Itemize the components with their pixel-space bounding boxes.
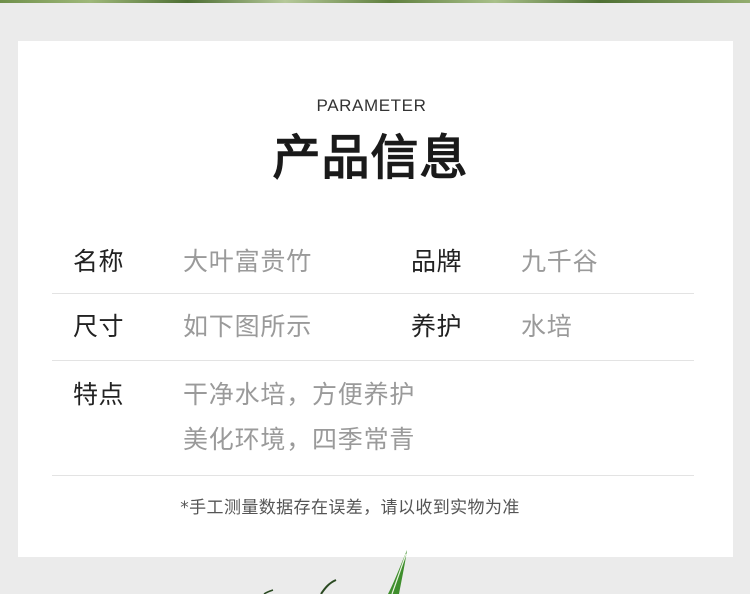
spec-value-name: 大叶富贵竹	[183, 247, 313, 276]
spec-label-care: 养护	[411, 312, 463, 341]
section-title: 产品信息	[272, 130, 469, 186]
spec-row-features: 特点 干净水培，方便养护 美化环境，四季常青	[18, 380, 733, 455]
spec-value-brand: 九千谷	[521, 247, 599, 276]
top-foliage-strip	[0, 0, 750, 3]
row-divider	[52, 293, 694, 294]
spec-value-size: 如下图所示	[183, 312, 313, 341]
row-divider	[52, 360, 694, 361]
spec-label-features: 特点	[73, 380, 125, 409]
bamboo-leaf	[388, 550, 407, 594]
page: PARAMETER 产品信息 名称 大叶富贵竹 品牌 九千谷 尺寸 如下图所示 …	[0, 0, 750, 594]
product-info-card: PARAMETER 产品信息 名称 大叶富贵竹 品牌 九千谷 尺寸 如下图所示 …	[18, 41, 733, 557]
spec-feature-line: 干净水培，方便养护	[183, 380, 416, 409]
spec-label-brand: 品牌	[411, 247, 463, 276]
row-divider	[52, 475, 694, 476]
spec-label-name: 名称	[73, 247, 125, 276]
bamboo-leaf	[320, 579, 337, 594]
spec-row-name-brand: 名称 大叶富贵竹 品牌 九千谷	[18, 247, 733, 277]
spec-value-care: 水培	[521, 312, 573, 341]
measurement-disclaimer: *手工测量数据存在误差，请以收到实物为准	[180, 498, 520, 518]
bamboo-leaf	[263, 589, 274, 594]
leaf-decoration	[263, 550, 407, 594]
section-eyebrow: PARAMETER	[316, 96, 427, 115]
spec-label-size: 尺寸	[73, 312, 125, 341]
spec-feature-line: 美化环境，四季常青	[183, 425, 416, 454]
spec-row-size-care: 尺寸 如下图所示 养护 水培	[18, 312, 733, 342]
